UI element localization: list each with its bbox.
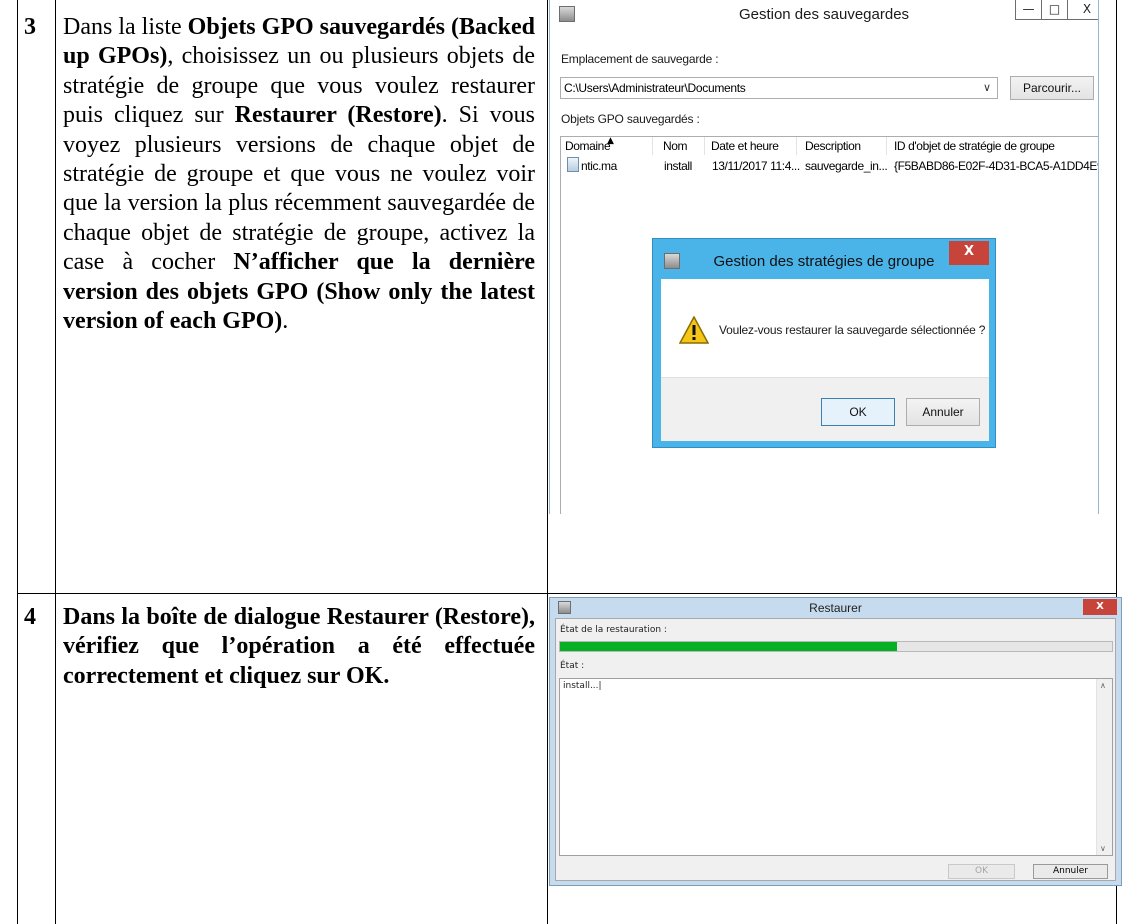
backup-location-combo[interactable]: C:\Users\Administrateur\Documents ∨	[560, 77, 998, 99]
column-description[interactable]: Description	[801, 137, 887, 155]
column-name[interactable]: Nom	[659, 137, 705, 155]
backup-location-label: Emplacement de sauvegarde :	[561, 52, 719, 66]
window-title: Restaurer	[809, 601, 862, 615]
cell-domain: ntic.ma	[581, 159, 617, 173]
progress-label: État de la restauration :	[560, 625, 667, 635]
cell-description: sauvegarde_in...	[805, 159, 888, 173]
restore-window: Restaurer X État de la restauration : Ét…	[549, 597, 1122, 886]
close-icon[interactable]: X	[1067, 0, 1098, 20]
table-divider-number	[55, 0, 56, 924]
minimize-icon[interactable]: —	[1015, 0, 1042, 20]
cancel-button[interactable]: Annuler	[906, 398, 980, 426]
close-icon[interactable]: X	[949, 241, 989, 265]
cell-gpo-id: {F5BABD86-E02F-4D31-BCA5-A1DD4E93E...	[894, 159, 1098, 173]
sort-ascending-icon: ▲	[607, 136, 614, 146]
step-number-4: 4	[24, 604, 36, 630]
table-divider-image	[547, 0, 548, 924]
chevron-down-icon[interactable]: ∨	[983, 81, 991, 94]
warning-icon	[679, 316, 709, 344]
status-text: install...|	[563, 681, 602, 691]
progress-fill	[560, 642, 897, 651]
backed-up-gpos-label: Objets GPO sauvegardés :	[561, 112, 700, 126]
table-row-divider	[17, 593, 1117, 594]
status-label: État :	[560, 661, 585, 671]
cell-name: install	[664, 159, 692, 173]
ok-button[interactable]: OK	[821, 398, 895, 426]
dialog-titlebar: Gestion des stratégies de groupe X	[653, 239, 995, 281]
status-textarea[interactable]: install...| ∧ ∨	[559, 678, 1113, 856]
window-titlebar: Gestion des sauvegardes — □ X	[550, 0, 1098, 32]
restore-progress-bar	[559, 641, 1113, 652]
backup-location-value: C:\Users\Administrateur\Documents	[564, 81, 746, 95]
scroll-up-icon[interactable]: ∧	[1100, 681, 1106, 690]
step-number-3: 3	[24, 14, 36, 40]
gpo-backup-icon	[567, 157, 579, 172]
scroll-down-icon[interactable]: ∨	[1100, 844, 1106, 853]
step-text-part: .	[282, 308, 289, 335]
ok-button[interactable]: OK	[948, 864, 1015, 879]
close-icon[interactable]: X	[1083, 599, 1117, 615]
window-titlebar: Restaurer X	[550, 598, 1121, 618]
cancel-button[interactable]: Annuler	[1033, 864, 1108, 879]
dialog-message: Voulez-vous restaurer la sauvegarde séle…	[719, 323, 986, 337]
column-date[interactable]: Date et heure	[707, 137, 797, 155]
status-scrollbar[interactable]: ∧ ∨	[1096, 679, 1112, 855]
column-gpo-id[interactable]: ID d'objet de stratégie de groupe	[890, 137, 1098, 155]
step-text-part: Restaurer (Restore)	[234, 102, 442, 129]
dialog-body: Voulez-vous restaurer la sauvegarde séle…	[661, 279, 989, 441]
maximize-icon[interactable]: □	[1041, 0, 1068, 20]
cell-date: 13/11/2017 11:4...	[712, 159, 800, 173]
dialog-title: Gestion des stratégies de groupe	[713, 253, 935, 270]
confirm-restore-dialog: Gestion des stratégies de groupe X Voule…	[652, 238, 996, 448]
step-text-part: Dans la liste	[63, 14, 188, 40]
restore-client-area: État de la restauration : État : install…	[555, 618, 1116, 881]
step-text-4: Dans la boîte de dialogue Restaurer (Res…	[63, 604, 535, 689]
browse-button[interactable]: Parcourir...	[1010, 76, 1094, 100]
step-text-3: Dans la liste Objets GPO sauvegardés (Ba…	[63, 13, 535, 336]
dialog-footer: OK Annuler	[661, 377, 989, 441]
